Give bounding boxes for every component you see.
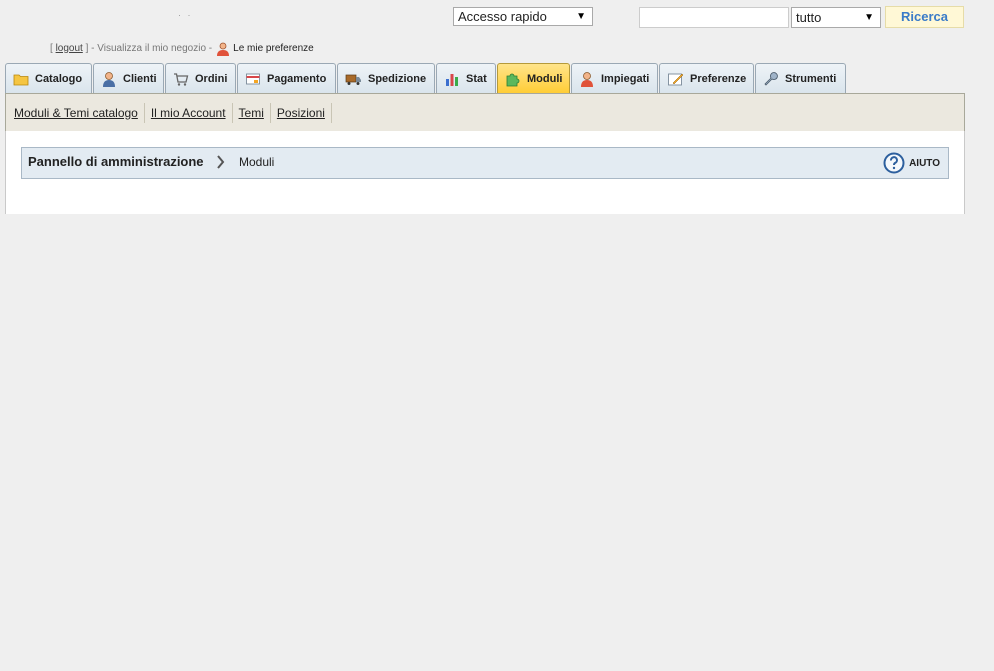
logout-link[interactable]: logout <box>56 43 83 54</box>
subnav-item-themes[interactable]: Temi <box>233 102 271 123</box>
puzzle-icon <box>506 73 520 87</box>
tab-ordini[interactable]: Ordini <box>165 63 236 94</box>
tab-label: Pagamento <box>267 73 327 85</box>
tab-preferenze[interactable]: Preferenze <box>659 63 754 94</box>
search-scope-select[interactable]: tutto ▼ <box>791 7 881 28</box>
tab-clienti[interactable]: Clienti <box>93 63 164 94</box>
cart-icon <box>174 73 189 86</box>
help-button[interactable]: AIUTO <box>883 152 940 174</box>
employee-icon <box>581 72 593 87</box>
quick-access-select[interactable]: Accesso rapido ▼ <box>453 7 593 26</box>
dropdown-arrow-icon: ▼ <box>576 11 586 22</box>
tab-impiegati[interactable]: Impiegati <box>571 63 658 94</box>
tab-moduli[interactable]: Moduli <box>497 63 570 94</box>
main-tabs: Catalogo Clienti Ordini Pagamento Spediz… <box>5 63 846 94</box>
subnav-item-modules-themes[interactable]: Moduli & Temi catalogo <box>8 102 145 123</box>
tab-label: Impiegati <box>601 73 650 85</box>
search-button[interactable]: Ricerca <box>885 6 964 28</box>
folder-icon <box>13 74 29 86</box>
tab-pagamento[interactable]: Pagamento <box>237 63 336 94</box>
user-icon <box>216 42 230 56</box>
preferences-icon <box>668 73 684 86</box>
tab-label: Moduli <box>527 73 563 85</box>
customer-icon <box>103 72 115 87</box>
tab-strumenti[interactable]: Strumenti <box>755 63 846 94</box>
chevron-right-icon <box>216 155 225 174</box>
search-input[interactable] <box>639 7 789 28</box>
tab-label: Clienti <box>123 73 157 85</box>
help-label: AIUTO <box>909 157 940 169</box>
sub-navigation: Moduli & Temi catalogo Il mio Account Te… <box>5 93 965 132</box>
bar-chart-icon <box>446 74 458 86</box>
dropdown-arrow-icon: ▼ <box>864 12 874 23</box>
breadcrumb-root[interactable]: Pannello di amministrazione <box>28 154 204 169</box>
header-dots: · · <box>178 10 193 20</box>
tab-catalogo[interactable]: Catalogo <box>5 63 92 94</box>
truck-icon <box>345 74 361 85</box>
tab-label: Stat <box>466 73 487 85</box>
tab-label: Spedizione <box>368 73 427 85</box>
subnav-item-my-account[interactable]: Il mio Account <box>145 102 233 123</box>
breadcrumb-current: Moduli <box>239 155 275 169</box>
tab-label: Catalogo <box>35 73 83 85</box>
header-links: [ logout ] - Visualizza il mio negozio -… <box>50 41 314 56</box>
tab-spedizione[interactable]: Spedizione <box>337 63 435 94</box>
my-preferences-link[interactable]: Le mie preferenze <box>233 43 314 54</box>
subnav-item-positions[interactable]: Posizioni <box>271 102 332 123</box>
tab-label: Preferenze <box>690 73 747 85</box>
payment-icon <box>246 73 260 85</box>
view-shop-link[interactable]: - Visualizza il mio negozio - <box>91 43 212 54</box>
tab-label: Strumenti <box>785 73 837 85</box>
tab-stat[interactable]: Stat <box>436 63 496 94</box>
main-content: Pannello di amministrazione Moduli AIUTO <box>5 131 965 214</box>
help-icon <box>883 152 905 174</box>
breadcrumb: Pannello di amministrazione Moduli AIUTO <box>21 147 949 179</box>
search-scope-value: tutto <box>796 10 822 25</box>
wrench-icon <box>764 72 778 86</box>
quick-access-value: Accesso rapido <box>458 9 547 24</box>
tab-label: Ordini <box>195 73 228 85</box>
